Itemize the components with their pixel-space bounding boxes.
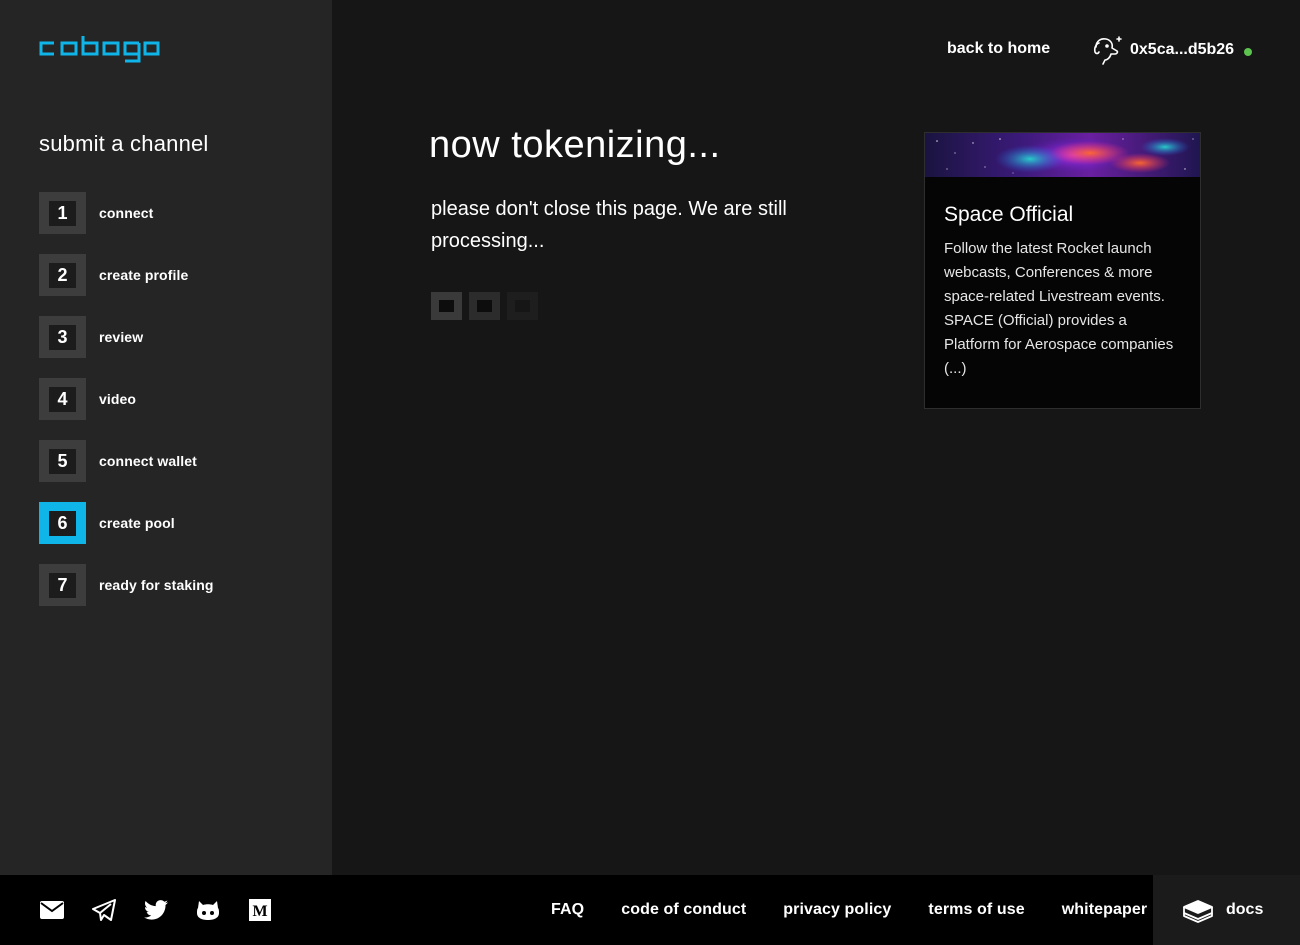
- channel-description: Follow the latest Rocket launch webcasts…: [944, 240, 1174, 377]
- twitter-icon[interactable]: [144, 898, 168, 922]
- channel-title: Space Official: [944, 203, 1074, 226]
- step-number: 1: [49, 200, 76, 226]
- step-create-pool[interactable]: 6 create pool: [39, 502, 214, 544]
- svg-text:M: M: [252, 903, 267, 920]
- loader-square: [431, 292, 462, 320]
- processing-message: please don't close this page. We are sti…: [431, 198, 787, 252]
- step-connect[interactable]: 1 connect: [39, 192, 214, 234]
- loader-square: [507, 292, 538, 320]
- docs-button[interactable]: docs: [1153, 875, 1300, 945]
- step-label: connect: [99, 205, 154, 221]
- channel-banner-image: [925, 133, 1200, 177]
- step-number: 5: [49, 448, 76, 474]
- step-label: connect wallet: [99, 453, 197, 469]
- docs-label: docs: [1226, 901, 1264, 918]
- step-number: 3: [49, 324, 76, 350]
- back-to-home-link[interactable]: back to home: [947, 40, 1050, 58]
- loading-indicator: [431, 292, 545, 320]
- step-list: 1 connect 2 create profile 3 review 4 vi…: [39, 192, 214, 626]
- wallet-button[interactable]: 0x5ca...d5b26: [1090, 32, 1253, 68]
- step-label: create profile: [99, 267, 189, 283]
- footer: M FAQ code of conduct privacy policy ter…: [0, 875, 1300, 945]
- loader-square: [469, 292, 500, 320]
- mail-icon[interactable]: [40, 898, 64, 922]
- step-number: 4: [49, 386, 76, 412]
- code-of-conduct-link[interactable]: code of conduct: [621, 901, 746, 919]
- channel-card[interactable]: Space Official Follow the latest Rocket …: [924, 132, 1201, 409]
- sidebar: submit a channel 1 connect 2 create prof…: [0, 0, 332, 875]
- wallet-address: 0x5ca...d5b26: [1130, 41, 1235, 58]
- dog-avatar-icon: [1093, 36, 1122, 65]
- privacy-policy-link[interactable]: privacy policy: [783, 901, 891, 919]
- step-ready-for-staking[interactable]: 7 ready for staking: [39, 564, 214, 606]
- step-number: 7: [49, 572, 76, 598]
- footer-links: FAQ code of conduct privacy policy terms…: [551, 875, 1184, 945]
- connection-status-dot: [1244, 47, 1253, 56]
- step-label: create pool: [99, 515, 175, 531]
- faq-link[interactable]: FAQ: [551, 901, 584, 919]
- book-icon: [1183, 900, 1213, 923]
- step-label: review: [99, 329, 144, 345]
- whitepaper-link[interactable]: whitepaper: [1062, 901, 1147, 919]
- step-create-profile[interactable]: 2 create profile: [39, 254, 214, 296]
- step-number: 2: [49, 262, 76, 288]
- step-video[interactable]: 4 video: [39, 378, 214, 420]
- page-title: now tokenizing...: [429, 124, 721, 166]
- terms-of-use-link[interactable]: terms of use: [928, 901, 1024, 919]
- medium-icon[interactable]: M: [248, 898, 272, 922]
- github-icon[interactable]: [196, 898, 220, 922]
- sidebar-title: submit a channel: [39, 131, 209, 156]
- cobogo-logo[interactable]: [38, 34, 160, 64]
- step-number: 6: [49, 510, 76, 536]
- social-links: M: [40, 875, 300, 945]
- step-label: video: [99, 391, 137, 407]
- step-review[interactable]: 3 review: [39, 316, 214, 358]
- telegram-icon[interactable]: [92, 898, 116, 922]
- step-label: ready for staking: [99, 577, 214, 593]
- step-connect-wallet[interactable]: 5 connect wallet: [39, 440, 214, 482]
